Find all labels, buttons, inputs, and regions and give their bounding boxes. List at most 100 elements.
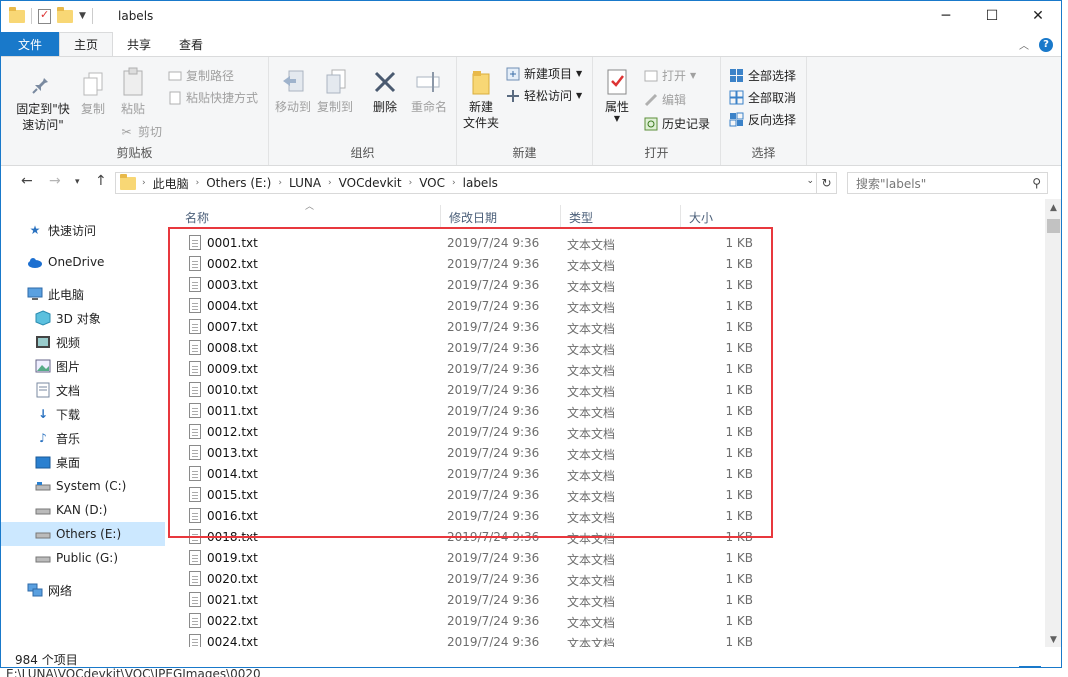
copy-path-button[interactable]: 复制路径	[167, 67, 234, 84]
paste-shortcut-button[interactable]: 粘贴快捷方式	[167, 89, 258, 106]
nav-item-drive-g[interactable]: Public (G:)	[1, 546, 165, 570]
move-to-button[interactable]: 移动到	[275, 67, 311, 115]
collapse-ribbon-icon[interactable]: ︿	[1019, 37, 1029, 52]
rename-icon	[415, 67, 443, 97]
column-header-name[interactable]: 名称	[177, 205, 441, 229]
nav-item-music[interactable]: ♪ 音乐	[1, 426, 165, 450]
minimize-button[interactable]: ─	[923, 1, 969, 31]
table-row[interactable]: 0024.txt 2019/7/24 9:36 文本文档 1 KB	[169, 632, 1045, 647]
nav-label: 桌面	[56, 455, 81, 470]
file-size: 1 KB	[725, 551, 753, 565]
column-header-type[interactable]: 类型	[561, 205, 681, 229]
nav-item-3d-objects[interactable]: 3D 对象	[1, 306, 165, 330]
easy-access-icon	[505, 88, 520, 103]
nav-item-drive-c[interactable]: System (C:)	[1, 474, 165, 498]
select-all-button[interactable]: 全部选择	[729, 67, 796, 84]
nav-item-drive-e[interactable]: Others (E:)	[1, 522, 165, 546]
column-header-size[interactable]: 大小	[681, 205, 761, 229]
easy-access-button[interactable]: 轻松访问 ▼	[505, 87, 582, 104]
nav-item-this-pc[interactable]: 此电脑	[1, 282, 165, 306]
back-arrow-icon[interactable]: ←	[21, 173, 33, 189]
tab-view[interactable]: 查看	[165, 32, 217, 56]
maximize-button[interactable]: ☐	[969, 1, 1015, 31]
nav-item-videos[interactable]: 视频	[1, 330, 165, 354]
nav-item-documents[interactable]: 文档	[1, 378, 165, 402]
breadcrumb-labels[interactable]: labels	[458, 176, 503, 190]
delete-button[interactable]: 删除	[367, 67, 403, 115]
column-header-date[interactable]: 修改日期	[441, 205, 561, 229]
open-group: 属性 ▼ 打开 ▼ 编辑 历史记录 打开	[593, 57, 721, 165]
up-arrow-icon[interactable]: ↑	[95, 173, 107, 189]
table-row[interactable]: 0021.txt 2019/7/24 9:36 文本文档 1 KB	[169, 590, 1045, 611]
open-button[interactable]: 打开 ▼	[643, 67, 696, 84]
nav-item-drive-d[interactable]: KAN (D:)	[1, 498, 165, 522]
recent-locations-icon[interactable]: ▾	[75, 177, 80, 187]
nav-item-pictures[interactable]: 图片	[1, 354, 165, 378]
scroll-up-icon[interactable]: ▲	[1045, 203, 1061, 213]
paste-shortcut-label: 粘贴快捷方式	[186, 91, 259, 105]
address-bar[interactable]: › 此电脑 › Others (E:) › LUNA › VOCdevkit ›…	[115, 172, 817, 194]
nav-item-network[interactable]: 网络	[1, 578, 165, 602]
scroll-down-icon[interactable]: ▼	[1045, 635, 1061, 645]
download-icon: ↓	[37, 407, 49, 421]
invert-selection-button[interactable]: 反向选择	[729, 111, 796, 128]
tab-file[interactable]: 文件	[1, 32, 59, 56]
copy-button[interactable]: 复制	[77, 69, 109, 117]
new-item-button[interactable]: 新建项目 ▼	[505, 65, 582, 82]
breadcrumb-drive-e[interactable]: Others (E:)	[201, 176, 276, 190]
delete-label: 删除	[372, 100, 397, 114]
scrollbar-thumb[interactable]	[1047, 219, 1060, 233]
drive-icon	[35, 478, 51, 494]
refresh-icon[interactable]: ↻	[817, 172, 837, 194]
new-folder-icon[interactable]	[57, 6, 73, 23]
nav-label: 3D 对象	[56, 311, 101, 326]
breadcrumb-luna[interactable]: LUNA	[284, 176, 326, 190]
breadcrumb-voc[interactable]: VOC	[414, 176, 450, 190]
pin-label-2: 速访问"	[22, 118, 64, 132]
nav-item-desktop[interactable]: 桌面	[1, 450, 165, 474]
search-input[interactable]: 搜索"labels" ⚲	[847, 172, 1048, 194]
picture-icon	[35, 358, 51, 374]
ribbon: 固定到"快 速访问" 复制 粘贴 复制路径 粘贴快捷方式 ✂ 剪切 剪贴板 移动…	[1, 56, 1061, 166]
nav-item-onedrive[interactable]: OneDrive	[1, 250, 165, 274]
clipboard-group: 固定到"快 速访问" 复制 粘贴 复制路径 粘贴快捷方式 ✂ 剪切 剪贴板	[1, 57, 269, 165]
cut-button[interactable]: ✂ 剪切	[119, 123, 162, 140]
forward-arrow-icon[interactable]: →	[49, 173, 61, 189]
properties-icon[interactable]	[38, 8, 51, 24]
copy-to-button[interactable]: 复制到	[317, 67, 353, 115]
chevron-right-icon[interactable]: ›	[407, 178, 415, 188]
chevron-down-icon[interactable]: ⌄	[806, 176, 814, 186]
history-icon	[643, 116, 658, 131]
customize-toolbar-icon[interactable]: ▼	[79, 11, 86, 21]
breadcrumb-this-pc[interactable]: 此电脑	[148, 175, 194, 192]
table-row[interactable]: 0022.txt 2019/7/24 9:36 文本文档 1 KB	[169, 611, 1045, 632]
select-group-label: 选择	[751, 146, 776, 160]
help-icon[interactable]: ?	[1039, 37, 1053, 52]
close-button[interactable]: ✕	[1015, 1, 1061, 31]
nav-item-quick-access[interactable]: ★ 快速访问	[1, 218, 165, 242]
new-folder-button[interactable]: 新建 文件夹	[461, 67, 501, 131]
chevron-right-icon[interactable]: ›	[450, 178, 458, 188]
vertical-scrollbar[interactable]: ▲ ▼	[1045, 199, 1061, 647]
file-size: 1 KB	[725, 572, 753, 586]
paste-button[interactable]: 粘贴	[115, 65, 151, 117]
dropdown-arrow-icon: ▼	[576, 91, 583, 100]
clipboard-icon	[119, 65, 147, 99]
new-item-icon	[505, 66, 520, 81]
edit-button[interactable]: 编辑	[643, 91, 686, 108]
rename-button[interactable]: 重命名	[407, 67, 451, 115]
properties-button[interactable]: 属性 ▼	[599, 67, 635, 123]
invert-selection-label: 反向选择	[748, 113, 797, 127]
chevron-right-icon[interactable]: ›	[276, 178, 284, 188]
pin-quick-access-button[interactable]: 固定到"快 速访问"	[9, 69, 77, 133]
tab-home[interactable]: 主页	[59, 32, 114, 56]
chevron-right-icon[interactable]: ›	[326, 178, 334, 188]
breadcrumb-vocdevkit[interactable]: VOCdevkit	[334, 176, 407, 190]
table-row[interactable]: 0020.txt 2019/7/24 9:36 文本文档 1 KB	[169, 569, 1045, 590]
select-none-button[interactable]: 全部取消	[729, 89, 796, 106]
nav-item-downloads[interactable]: ↓ 下载	[1, 402, 165, 426]
chevron-right-icon[interactable]: ›	[194, 178, 202, 188]
tab-share[interactable]: 共享	[113, 32, 165, 56]
history-button[interactable]: 历史记录	[643, 115, 710, 132]
table-row[interactable]: 0019.txt 2019/7/24 9:36 文本文档 1 KB	[169, 548, 1045, 569]
